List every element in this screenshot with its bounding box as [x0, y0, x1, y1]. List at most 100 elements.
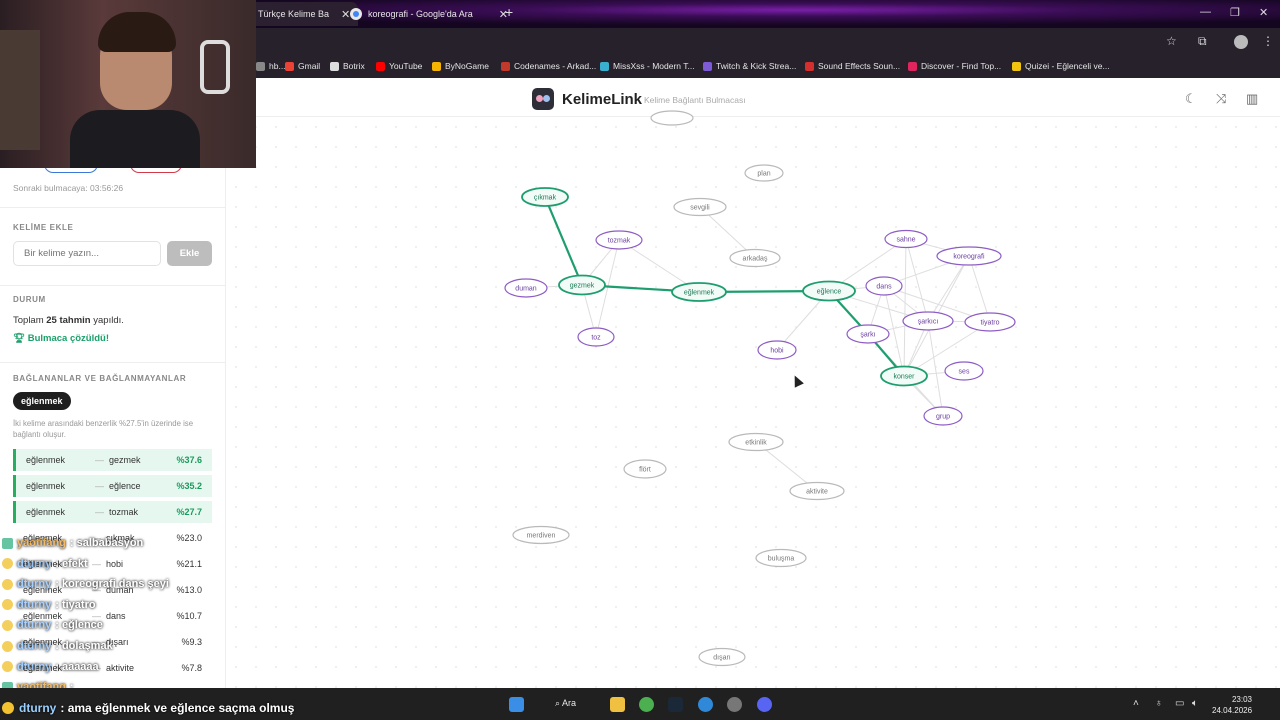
graph-node-sarkici[interactable]: şarkıcı: [902, 311, 954, 331]
graph-node-koreografi[interactable]: koreografi: [936, 246, 1002, 266]
chat-badge-icon: [2, 537, 13, 549]
bookmark-item[interactable]: Quizei - Eğlenceli ve...: [1012, 61, 1110, 71]
bookmark-favicon-icon: [703, 61, 712, 71]
connection-row[interactable]: eğlenmek — eğlence %35.2: [13, 475, 212, 497]
graph-node-sarki[interactable]: şarkı: [846, 324, 890, 344]
restore-icon[interactable]: ❐: [1230, 6, 1240, 19]
graph-node-etkinlik[interactable]: etkinlik: [728, 432, 784, 452]
graph-node-tozmak[interactable]: tozmak: [595, 230, 643, 250]
volume-icon[interactable]: 🔈︎: [1192, 698, 1198, 709]
file-explorer-icon[interactable]: [610, 697, 625, 712]
network-icon[interactable]: ▭: [1175, 698, 1184, 709]
graph-node-disari[interactable]: dışarı: [698, 647, 746, 667]
graph-node-toz[interactable]: toz: [577, 327, 615, 347]
graph-node-aktivite[interactable]: aktivite: [789, 481, 845, 501]
solved-text: Bulmaca çözüldü!: [27, 333, 109, 344]
row-percent: %35.2: [176, 481, 202, 491]
graph-node-plan[interactable]: plan: [744, 164, 784, 182]
taskbar-clock[interactable]: 23:03 24.04.2026: [1212, 694, 1252, 716]
graph-node-duman[interactable]: duman: [504, 278, 548, 298]
star-icon[interactable]: ☆: [1166, 34, 1177, 48]
microphone-icon[interactable]: ♁: [1155, 698, 1163, 709]
tray-chevron-icon[interactable]: ˄: [1133, 698, 1139, 709]
word-input[interactable]: [13, 241, 161, 266]
graph-node-label: tiyatro: [980, 320, 999, 327]
graph-node-cikmak[interactable]: çıkmak: [521, 187, 569, 207]
chat-user: dturny: [17, 619, 52, 632]
bookmark-item[interactable]: hb...: [256, 61, 286, 71]
tab-label: Türkçe Kelime Ba: [258, 9, 330, 19]
minimize-icon[interactable]: —: [1200, 6, 1211, 18]
graph-node-eglence[interactable]: eğlence: [802, 280, 856, 302]
chrome-icon[interactable]: [639, 697, 654, 712]
bookmark-favicon-icon: [1012, 61, 1021, 71]
bookmark-item[interactable]: Gmail: [285, 61, 320, 71]
profile-avatar[interactable]: [1234, 35, 1248, 49]
moon-icon[interactable]: ☾: [1185, 91, 1197, 107]
chat-badge-icon: [2, 578, 13, 590]
bookmark-label: Quizei - Eğlenceli ve...: [1025, 61, 1110, 71]
bookmark-item[interactable]: Sound Effects Soun...: [805, 61, 900, 71]
steam-icon[interactable]: [668, 697, 683, 712]
windows-start-icon[interactable]: [509, 697, 524, 712]
bookmark-item[interactable]: YouTube: [376, 61, 422, 71]
graph-canvas[interactable]: [226, 117, 1280, 688]
graph-node-label: eğlenmek: [684, 290, 715, 297]
bookmark-item[interactable]: Discover - Find Top...: [908, 61, 1001, 71]
solved-status: 🏆︎ Bulmaca çözüldü!: [13, 333, 109, 344]
chat-message: : dolaşmak: [55, 640, 113, 652]
bookmark-item[interactable]: MissXss - Modern T...: [600, 61, 695, 71]
graph-node-hobi[interactable]: hobi: [757, 340, 797, 360]
window-close-icon[interactable]: ✕: [1259, 6, 1268, 19]
app-icon[interactable]: [727, 697, 742, 712]
chat-badge-icon: [2, 661, 13, 673]
graph-node-sevgili[interactable]: sevgili: [673, 197, 727, 217]
chat-badge-icon: [2, 619, 13, 631]
stats-icon[interactable]: ▥: [1246, 91, 1258, 107]
graph-node-top[interactable]: [650, 110, 694, 126]
graph-node-konser[interactable]: konser: [880, 365, 928, 387]
connection-row[interactable]: eğlenmek — gezmek %37.6: [13, 449, 212, 471]
selected-word-chip[interactable]: eğlenmek: [13, 392, 71, 410]
graph-node-eglenmek[interactable]: eğlenmek: [671, 282, 727, 302]
discord-icon[interactable]: [757, 697, 772, 712]
graph-node-bulusma[interactable]: buluşma: [755, 548, 807, 568]
divider: [0, 362, 226, 363]
graph-node-tiyatro[interactable]: tiyatro: [964, 312, 1016, 332]
bookmark-favicon-icon: [501, 61, 510, 71]
graph-node-ses[interactable]: ses: [944, 361, 984, 381]
connection-row[interactable]: eğlenmek — tozmak %27.7: [13, 501, 212, 523]
tab-google[interactable]: koreografi - Google'da Ara ✕: [342, 2, 516, 26]
extensions-icon[interactable]: ⧉: [1198, 34, 1207, 49]
total-suffix: yapıldı.: [93, 315, 124, 326]
bookmark-label: MissXss - Modern T...: [613, 61, 695, 71]
bookmark-label: Gmail: [298, 61, 321, 71]
bookmark-label: Twitch & Kick Strea...: [716, 61, 797, 71]
row-dash: —: [95, 481, 104, 491]
row-percent: %9.3: [181, 637, 202, 647]
graph-node-grup[interactable]: grup: [923, 406, 963, 426]
bookmark-item[interactable]: Codenames - Arkad...: [501, 61, 596, 71]
row-dash: —: [95, 507, 104, 517]
add-button[interactable]: Ekle: [167, 241, 212, 266]
row-word-b: aktivite: [106, 663, 135, 673]
graph-node-shape: [650, 110, 694, 126]
graph-node-label: ses: [959, 369, 970, 376]
chrome-active-icon[interactable]: [698, 697, 713, 712]
graph-node-flort[interactable]: flört: [623, 459, 667, 479]
row-word-a: eğlenmek: [26, 481, 66, 491]
chat-line: dturny: koreografi dans şeyi: [2, 578, 169, 590]
bookmark-item[interactable]: Botrix: [330, 61, 365, 71]
new-tab-icon[interactable]: +: [505, 4, 513, 20]
graph-node-gezmek[interactable]: gezmek: [558, 274, 606, 296]
graph-node-arkadas[interactable]: arkadaş: [729, 248, 781, 268]
graph-node-label: arkadaş: [743, 256, 768, 263]
bookmark-item[interactable]: Twitch & Kick Strea...: [703, 61, 796, 71]
bookmark-item[interactable]: ByNoGame: [432, 61, 489, 71]
menu-icon[interactable]: ⋮: [1262, 34, 1274, 48]
taskbar-search[interactable]: ⌕ Ara: [555, 698, 576, 709]
graph-node-dans[interactable]: dans: [865, 276, 903, 296]
graph-node-sahne[interactable]: sahne: [884, 229, 928, 249]
shuffle-icon[interactable]: ⤨: [1216, 91, 1226, 107]
graph-node-merdiven[interactable]: merdiven: [512, 525, 570, 545]
